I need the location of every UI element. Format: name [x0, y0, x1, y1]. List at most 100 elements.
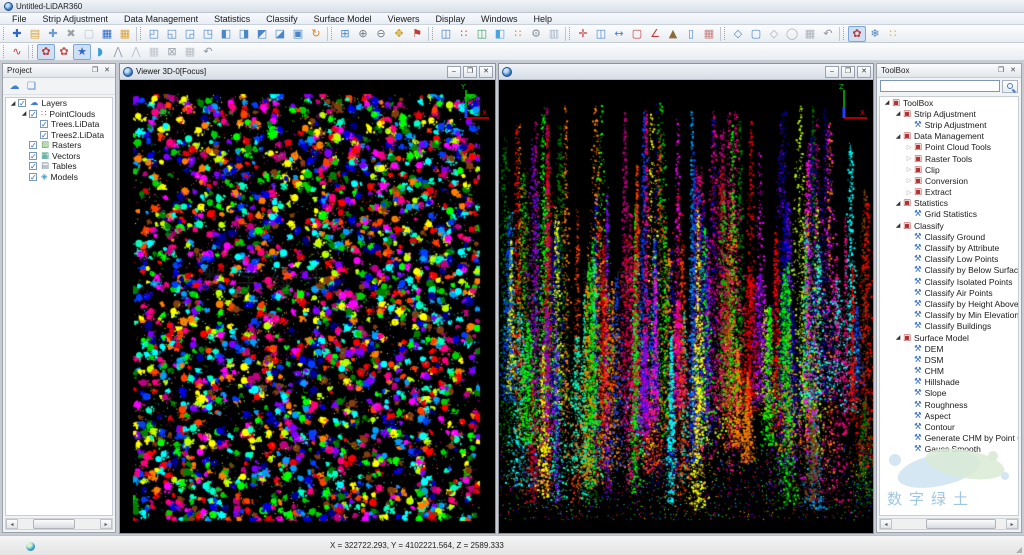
settings-gear-button[interactable]: ⚙: [527, 26, 545, 42]
rect-select-button[interactable]: ▢: [747, 26, 765, 42]
paste-button[interactable]: ▢: [80, 26, 98, 42]
menu-viewers[interactable]: Viewers: [380, 13, 428, 25]
menu-display[interactable]: Display: [428, 13, 474, 25]
undo-selection-button[interactable]: ↶: [819, 26, 837, 42]
toolbox-item-point-cloud-tools[interactable]: ▷▣Point Cloud Tools: [880, 142, 1018, 153]
viewer-1-restore-button[interactable]: ❐: [841, 66, 855, 78]
bottom-view-button[interactable]: ◱: [163, 26, 181, 42]
viewer-1-close-button[interactable]: ✕: [857, 66, 871, 78]
toolbox-item-strip-adjustment[interactable]: ◢▣Strip Adjustment: [880, 108, 1018, 119]
save-selection-button[interactable]: ▦: [801, 26, 819, 42]
toolbox-close-button[interactable]: ✕: [1007, 65, 1019, 76]
rotate-view-button[interactable]: ↻: [307, 26, 325, 42]
seed-points-button[interactable]: ★: [73, 44, 91, 60]
right-view-button[interactable]: ◳: [199, 26, 217, 42]
pick-point-button[interactable]: ✛: [574, 26, 592, 42]
distance-measure-button[interactable]: ↔: [610, 26, 628, 42]
project-item-tables[interactable]: ✓▤Tables: [6, 161, 112, 172]
add-data-button[interactable]: ✚: [8, 26, 26, 42]
scrollbar-right-arrow[interactable]: ▸: [100, 519, 112, 529]
toolbox-item-classify-isolated-points[interactable]: ⚒Classify Isolated Points: [880, 276, 1018, 287]
point-size-button[interactable]: ∷: [455, 26, 473, 42]
capture-view-button[interactable]: ▣: [289, 26, 307, 42]
top-view-button[interactable]: ◰: [145, 26, 163, 42]
toolbox-item-classify-low-points[interactable]: ⚒Classify Low Points: [880, 254, 1018, 265]
expand-arrow[interactable]: ◢: [894, 222, 902, 229]
area-measure-button[interactable]: ▢: [628, 26, 646, 42]
project-h-scrollbar[interactable]: ◂ ▸: [5, 518, 113, 530]
title-bar[interactable]: Untitled-LiDAR360: [0, 0, 1024, 13]
project-item-vectors[interactable]: ✓▦Vectors: [6, 151, 112, 162]
menu-windows[interactable]: Windows: [473, 13, 526, 25]
clear-tin-button[interactable]: ⊠: [163, 44, 181, 60]
scrollbar-track[interactable]: [892, 519, 1006, 529]
menu-file[interactable]: File: [4, 13, 35, 25]
toolbox-item-statistics[interactable]: ◢▣Statistics: [880, 198, 1018, 209]
expand-arrow[interactable]: ◢: [883, 99, 891, 106]
tin-display-button[interactable]: ⋀: [109, 44, 127, 60]
point-cloud-top-view[interactable]: [120, 80, 495, 533]
toolbox-item-aspect[interactable]: ⚒Aspect: [880, 410, 1018, 421]
profile-chart-button[interactable]: ∿: [8, 44, 26, 60]
expand-arrow[interactable]: ◢: [894, 133, 902, 140]
expand-arrow[interactable]: ▷: [905, 177, 913, 184]
save-as-button[interactable]: ▦: [116, 26, 134, 42]
display-mode-button[interactable]: ◫: [473, 26, 491, 42]
viewer-0-close-button[interactable]: ✕: [479, 66, 493, 78]
capture-image-button[interactable]: ▥: [545, 26, 563, 42]
toolbox-item-slope[interactable]: ⚒Slope: [880, 388, 1018, 399]
toolbox-item-contour[interactable]: ⚒Contour: [880, 421, 1018, 432]
expand-arrow[interactable]: ▷: [905, 144, 913, 151]
profile-button[interactable]: ◫: [592, 26, 610, 42]
scrollbar-thumb[interactable]: [926, 519, 996, 529]
expand-arrow[interactable]: ◢: [20, 110, 28, 117]
viewer-settings-button[interactable]: ◫: [437, 26, 455, 42]
save-button[interactable]: ▦: [98, 26, 116, 42]
point-cloud-side-view[interactable]: [499, 80, 873, 533]
toolbox-item-data-management[interactable]: ◢▣Data Management: [880, 131, 1018, 142]
viewer-0-titlebar[interactable]: Viewer 3D-0[Focus] – ❐ ✕: [120, 64, 495, 80]
toolbox-h-scrollbar[interactable]: ◂ ▸: [879, 518, 1019, 530]
layer-group-button[interactable]: ❏: [23, 79, 40, 94]
toolbox-item-classify-by-attribute[interactable]: ⚒Classify by Attribute: [880, 242, 1018, 253]
display-by-class-button[interactable]: ✿: [848, 26, 866, 42]
remove-button[interactable]: ✖: [62, 26, 80, 42]
scrollbar-track[interactable]: [18, 519, 100, 529]
toolbox-item-conversion[interactable]: ▷▣Conversion: [880, 175, 1018, 186]
toolbox-item-classify-by-height-above-gro[interactable]: ⚒Classify by Height Above Gro: [880, 298, 1018, 309]
search-button[interactable]: [1002, 80, 1018, 93]
zoom-in-button[interactable]: ⊕: [354, 26, 372, 42]
toolbox-item-strip-adjustment[interactable]: ⚒Strip Adjustment: [880, 119, 1018, 130]
toolbox-item-grid-statistics[interactable]: ⚒Grid Statistics: [880, 209, 1018, 220]
expand-arrow[interactable]: ▷: [905, 155, 913, 162]
checkbox-checked[interactable]: ✓: [29, 152, 37, 160]
toolbox-item-classify-by-below-surface[interactable]: ⚒Classify by Below Surface: [880, 265, 1018, 276]
zoom-out-button[interactable]: ⊖: [372, 26, 390, 42]
menu-classify[interactable]: Classify: [258, 13, 306, 25]
toolbox-item-classify-ground[interactable]: ⚒Classify Ground: [880, 231, 1018, 242]
expand-arrow[interactable]: ◢: [894, 334, 902, 341]
back-view-button[interactable]: ◨: [235, 26, 253, 42]
full-extent-button[interactable]: ⊞: [336, 26, 354, 42]
polygon-select-button[interactable]: ◇: [729, 26, 747, 42]
polygon-tool-button[interactable]: ◇: [765, 26, 783, 42]
toolbox-item-surface-model[interactable]: ◢▣Surface Model: [880, 332, 1018, 343]
toolbox-item-classify-buildings[interactable]: ⚒Classify Buildings: [880, 321, 1018, 332]
iso-view2-button[interactable]: ◪: [271, 26, 289, 42]
expand-arrow[interactable]: ◢: [894, 200, 902, 207]
menu-help[interactable]: Help: [526, 13, 561, 25]
pan-button[interactable]: ✥: [390, 26, 408, 42]
toolbox-item-extract[interactable]: ▷▣Extract: [880, 187, 1018, 198]
project-item-layers[interactable]: ◢✓☁Layers: [6, 98, 112, 109]
project-item-models[interactable]: ✓◈Models: [6, 172, 112, 183]
angle-measure-button[interactable]: ∠: [646, 26, 664, 42]
toolbox-item-dsm[interactable]: ⚒DSM: [880, 354, 1018, 365]
toolbox-item-classify-air-points[interactable]: ⚒Classify Air Points: [880, 287, 1018, 298]
toolbox-item-chm[interactable]: ⚒CHM: [880, 366, 1018, 377]
toolbox-item-clip[interactable]: ▷▣Clip: [880, 164, 1018, 175]
scrollbar-thumb[interactable]: [33, 519, 75, 529]
tree-filter-button[interactable]: ✿: [55, 44, 73, 60]
viewer-1-titlebar[interactable]: – ❐ ✕: [499, 64, 873, 80]
resize-grip[interactable]: ◢: [1016, 545, 1022, 554]
project-close-button[interactable]: ✕: [101, 65, 113, 76]
